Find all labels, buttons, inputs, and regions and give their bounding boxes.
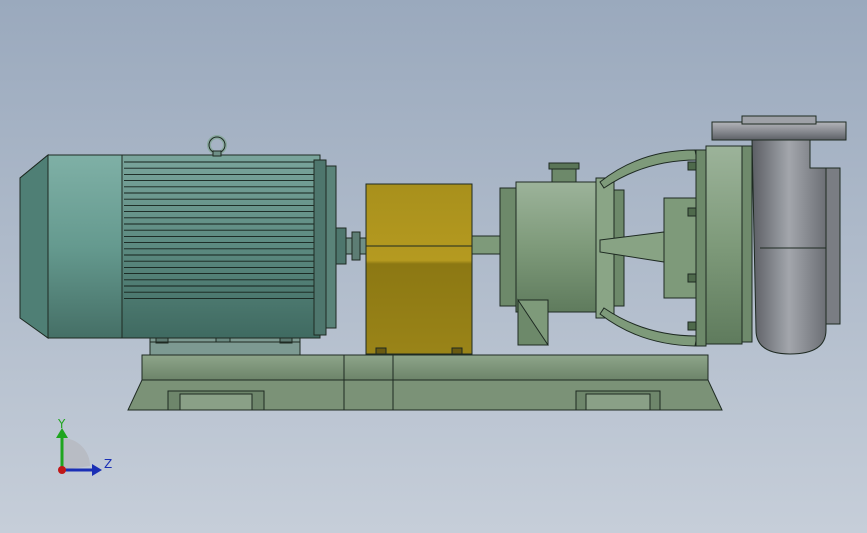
cad-viewport[interactable]: Y Z bbox=[0, 0, 867, 533]
pump-casing[interactable] bbox=[687, 145, 753, 347]
motor-fan-cover[interactable] bbox=[19, 153, 123, 339]
coupling-guard[interactable] bbox=[365, 183, 473, 355]
lifting-eye-icon bbox=[207, 135, 227, 157]
triad-z-label: Z bbox=[104, 457, 112, 471]
bracket-lantern bbox=[599, 149, 698, 347]
ucs-triad-icon: Y Z bbox=[56, 417, 112, 476]
pump-assembly-model[interactable]: Y Z bbox=[0, 0, 867, 533]
triad-y-label: Y bbox=[57, 417, 66, 431]
baseplate[interactable] bbox=[127, 354, 723, 411]
motor-body[interactable] bbox=[121, 154, 347, 339]
